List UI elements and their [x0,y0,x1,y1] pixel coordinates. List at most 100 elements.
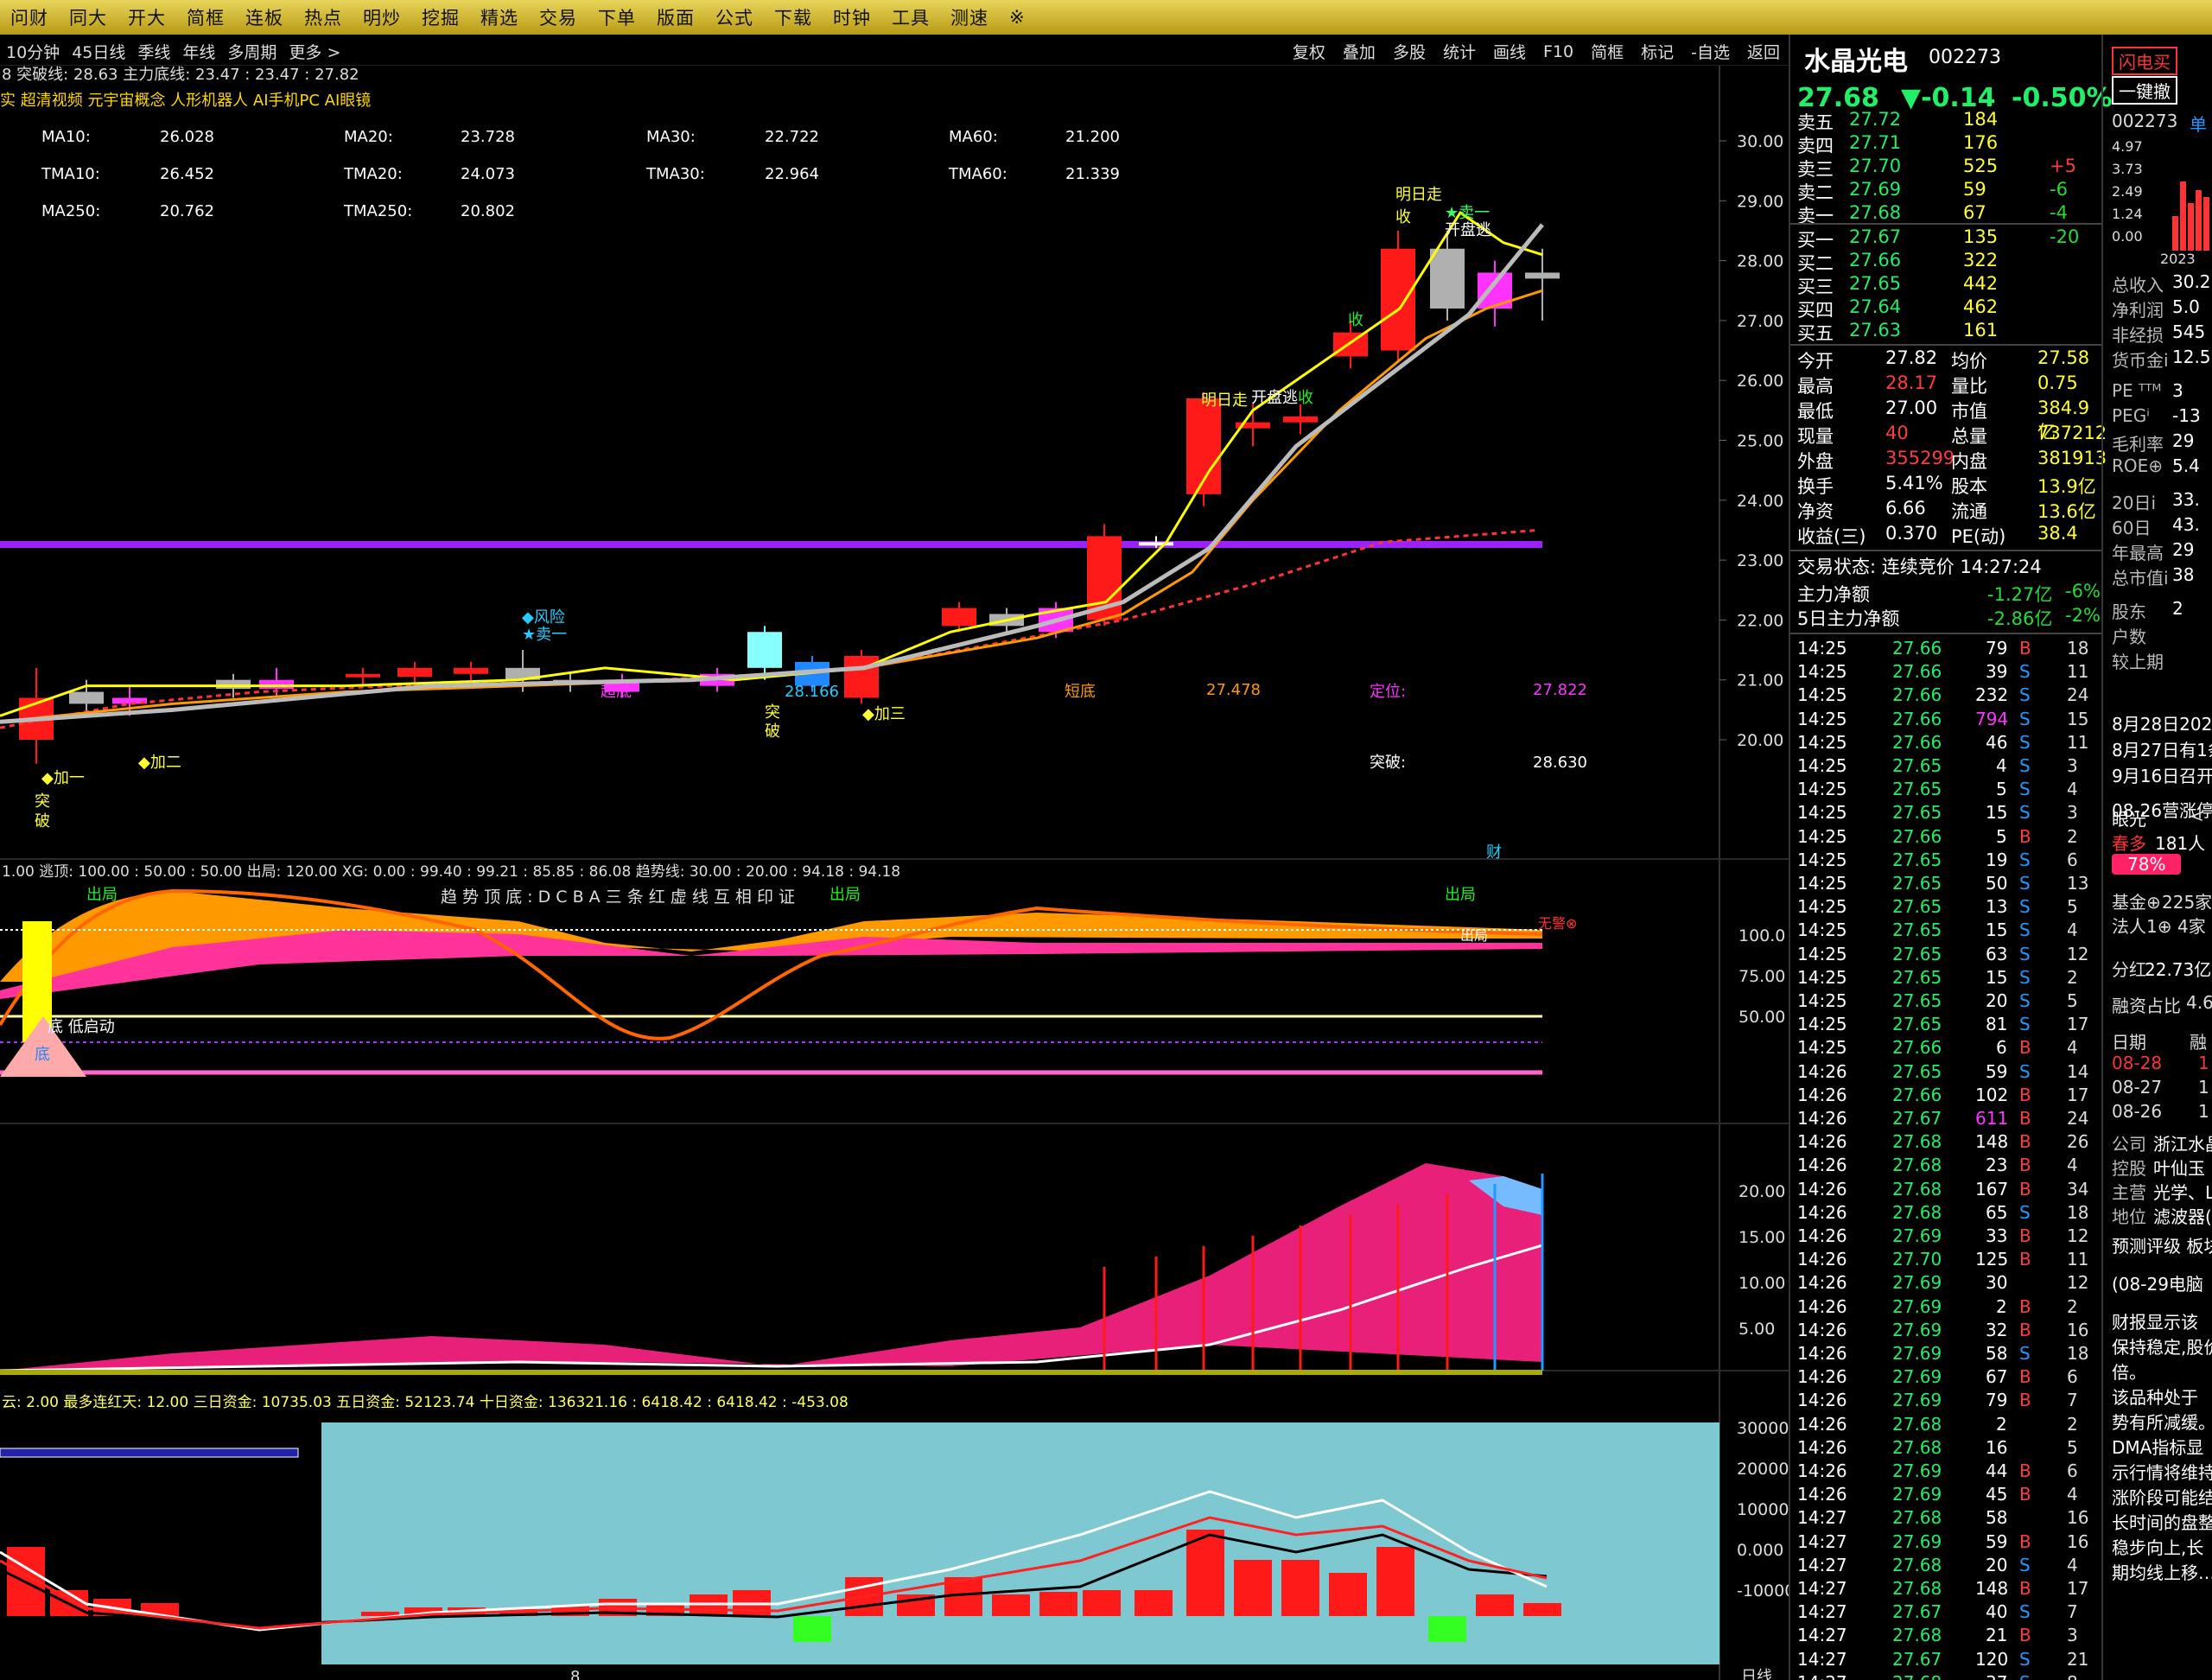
menu-item-4[interactable]: 连板 [235,4,294,30]
menu-item-5[interactable]: 热点 [294,4,353,30]
fund-bar [1083,1590,1121,1616]
action-item-0[interactable]: 复权 [1284,40,1334,63]
side-tab[interactable]: 单 [2190,111,2207,136]
side-news[interactable]: 9月16日召开第 [2112,762,2212,787]
price-tick-label: 21.00 [1737,671,1783,690]
side-chun-v: 181人 [2155,833,2206,854]
bid-row[interactable]: 买三 27.65 442 [1790,273,2101,297]
bid-row[interactable]: 买二 27.66 322 [1790,250,2101,274]
menu-item-13[interactable]: 下载 [764,4,823,30]
tick-vol: 148 [1975,1578,2009,1599]
fund-bar [1281,1560,1319,1616]
stock-header: 水晶光电 002273 27.68 ▼-0.14 -0.50% [1790,35,2113,113]
bid-row[interactable]: 买五 27.63 161 [1790,320,2101,344]
tick-side: B [2019,1178,2031,1200]
menu-item-0[interactable]: 问财 [0,4,59,30]
book-vol: 135 [1963,226,1999,247]
tick-row: 14:26 27.69 45 B 4 [1790,1484,2101,1507]
action-item-2[interactable]: 多股 [1384,40,1434,63]
menu-item-15[interactable]: 工具 [881,4,940,30]
menu-item-14[interactable]: 时钟 [823,4,881,30]
menu-item-8[interactable]: 精选 [470,4,529,30]
tick-time: 14:25 [1797,638,1847,659]
action-item-9[interactable]: 返回 [1738,40,1789,63]
side-text: 示行情将维持 [2112,1462,2212,1483]
menu-item-11[interactable]: 版面 [646,4,705,30]
fund-flow-label: 5日主力净额 [1797,608,1900,629]
side-news[interactable]: 8月28日2025 [2112,710,2212,735]
side-news[interactable]: 8月27日有1条 [2112,736,2212,761]
period-item-0[interactable]: 10分钟 [0,40,66,63]
bid-row[interactable]: 买一 27.67 135 -20 [1790,226,2101,251]
candle-body [844,655,879,698]
osc-chuju2: 出局 [830,886,861,904]
action-item-1[interactable]: 叠加 [1334,40,1384,63]
menu-item-17[interactable]: ※ [999,7,1036,28]
period-item-5[interactable]: 更多 > [283,40,346,63]
side-bar-axis: 2.49 [2112,183,2143,200]
tick-time: 14:25 [1797,896,1847,918]
menu-item-1[interactable]: 同大 [59,4,118,30]
annotation-maiyi2: ★卖一 [522,626,567,644]
menu-item-12[interactable]: 公式 [705,4,764,30]
menu-item-16[interactable]: 测速 [940,4,999,30]
ma-value: 21.200 [1065,128,1120,146]
book-vol: 176 [1963,132,1999,153]
period-item-4[interactable]: 多周期 [221,40,283,63]
menu-item-7[interactable]: 挖掘 [411,4,470,30]
tick-price: 27.65 [1892,943,1942,964]
action-item-8[interactable]: -自选 [1682,40,1738,63]
side-item-label: 较上期 [2112,652,2164,672]
bid-row[interactable]: 买四 27.64 462 [1790,296,2101,321]
tick-price: 27.68 [1892,1131,1942,1153]
ask-row[interactable]: 卖二 27.69 59 -6 [1790,179,2101,203]
tick-price: 27.69 [1892,1272,1942,1294]
side-item-label: 20日i [2112,493,2157,513]
tick-time: 14:27 [1797,1507,1847,1529]
tick-count: 3 [2067,755,2078,776]
side-rating[interactable]: 预测评级 板块 [2112,1232,2212,1257]
ask-row[interactable]: 卖四 27.71 176 [1790,132,2101,156]
side-date: 08-26 [2112,1101,2163,1122]
ask-row[interactable]: 卖三 27.70 525 +5 [1790,156,2101,180]
book-price: 27.71 [1849,132,1902,153]
tick-price: 27.69 [1892,1390,1942,1411]
menu-item-2[interactable]: 开大 [118,4,176,30]
tick-time: 14:25 [1797,966,1847,988]
ma-value: 23.728 [461,128,515,146]
stat-label: 换手 [1797,476,1834,497]
menu-item-10[interactable]: 下单 [588,4,646,30]
fund-bar [1329,1573,1367,1616]
period-item-1[interactable]: 45日线 [66,40,131,63]
tick-price: 27.68 [1892,1155,1942,1176]
action-item-6[interactable]: 简框 [1582,40,1632,63]
kline-chart-area[interactable]: 8 突破线: 28.63 主力底线: 23.47 : 23.47 : 27.82… [0,66,1789,1680]
price-tick-label: 24.00 [1737,492,1783,511]
tick-time: 14:25 [1797,1014,1847,1035]
candle-body [346,673,380,678]
side-item-value: 5.0 [2172,296,2200,317]
side-bar-axis: 0.00 [2112,228,2143,245]
action-item-5[interactable]: F10 [1535,42,1582,61]
menu-item-9[interactable]: 交易 [529,4,588,30]
tick-vol: 2 [1996,1295,2007,1317]
menu-item-3[interactable]: 简框 [176,4,235,30]
action-item-4[interactable]: 画线 [1484,40,1535,63]
side-btn-cancel[interactable]: 一键撤 [2112,76,2177,105]
tick-vol: 40 [1986,1601,2008,1623]
tick-price: 27.69 [1892,1343,1942,1364]
side-item-label: 总市值i [2112,568,2169,589]
tick-count: 4 [2067,1037,2078,1059]
action-item-3[interactable]: 统计 [1434,40,1484,63]
side-btn-flash[interactable]: 闪电买 [2112,47,2177,75]
ask-row[interactable]: 卖五 27.72 184 [1790,109,2101,133]
period-item-3[interactable]: 年线 [176,40,221,63]
tick-vol: 46 [1986,731,2008,753]
tick-count: 4 [2067,779,2078,800]
period-item-2[interactable]: 季线 [131,40,176,63]
tick-count: 6 [2067,1366,2078,1388]
menu-item-6[interactable]: 明炒 [353,4,411,30]
side-bar-axis: 1.24 [2112,206,2143,222]
ask-row[interactable]: 卖一 27.68 67 -4 [1790,202,2101,226]
action-item-7[interactable]: 标记 [1632,40,1682,63]
